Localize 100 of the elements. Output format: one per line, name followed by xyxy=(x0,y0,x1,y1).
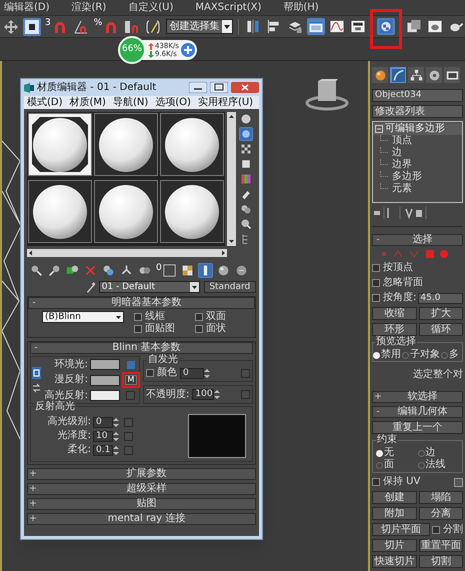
rollout-header[interactable]: - 选择 xyxy=(372,234,463,246)
spinner-field[interactable]: 100 xyxy=(192,389,214,400)
menu-item[interactable]: 选项(O) xyxy=(155,98,191,108)
panel-button[interactable]: 附加 xyxy=(372,507,416,520)
radio-button[interactable] xyxy=(402,352,409,358)
plus-icon[interactable] xyxy=(180,43,195,57)
panel-tab[interactable] xyxy=(390,67,406,83)
right-arrow-icon[interactable] xyxy=(219,249,227,257)
menu-item[interactable]: 模式(D) xyxy=(27,98,63,108)
material-tool-button[interactable]: 0 xyxy=(155,263,177,278)
material-tool-button[interactable] xyxy=(180,263,195,278)
checkbox[interactable] xyxy=(432,526,440,534)
material-name-dropdown[interactable]: 01 - Default xyxy=(98,281,200,293)
panel-button[interactable]: 重复上一个 xyxy=(372,421,463,434)
eyedropper-icon[interactable] xyxy=(85,281,95,293)
panel-button[interactable]: 扩大 xyxy=(418,307,463,320)
side-tool-button[interactable] xyxy=(239,112,253,126)
spinner-arrows-icon[interactable] xyxy=(204,368,210,378)
maximize-button[interactable] xyxy=(210,82,228,93)
spinner-arrows-icon[interactable] xyxy=(113,416,119,428)
modifier-list-dropdown[interactable]: 修改器列表 xyxy=(372,105,463,118)
spinner-field[interactable]: 10 xyxy=(93,430,113,442)
radio-button[interactable] xyxy=(418,450,424,456)
minimize-button[interactable] xyxy=(189,82,207,93)
material-tool-button[interactable] xyxy=(234,263,249,278)
sample-slot[interactable] xyxy=(28,113,92,176)
left-arrow-icon[interactable] xyxy=(27,249,35,257)
side-tool-button[interactable] xyxy=(239,142,253,156)
checkbox[interactable] xyxy=(134,313,142,321)
panel-button[interactable]: 切片 xyxy=(372,539,416,552)
menu-item[interactable]: 材质(M) xyxy=(70,98,106,108)
stack-subitem[interactable]: 边界 xyxy=(392,160,412,170)
map-button[interactable]: M xyxy=(125,375,137,385)
spinner-arrows-icon[interactable] xyxy=(214,389,220,400)
color-swatch[interactable] xyxy=(90,359,120,370)
menu-item[interactable]: 自定义(U) xyxy=(128,2,174,12)
radio-button[interactable] xyxy=(441,352,448,358)
side-tool-button[interactable] xyxy=(239,172,253,186)
material-type-button[interactable]: Standard xyxy=(204,281,256,293)
panel-button[interactable]: 切片平面 xyxy=(372,523,430,536)
toolbar-button[interactable] xyxy=(426,18,444,35)
panel-button[interactable]: 重置平面 xyxy=(418,539,463,552)
menu-item[interactable]: 实用程序(U) xyxy=(198,98,254,108)
panel-button[interactable]: 循环 xyxy=(418,323,463,336)
color-swatch[interactable] xyxy=(90,374,120,386)
lock-toggle-icon[interactable] xyxy=(127,360,135,368)
selection-set-dropdown[interactable]: 创建选择集 xyxy=(166,19,234,34)
material-tool-button[interactable] xyxy=(29,263,44,278)
toolbar-button[interactable] xyxy=(328,18,346,35)
panel-tab[interactable] xyxy=(372,67,388,83)
checkbox[interactable] xyxy=(195,325,203,333)
material-tool-button[interactable] xyxy=(216,263,231,278)
rollout-header[interactable]: - 编辑几何体 xyxy=(372,406,463,418)
toolbar-button[interactable] xyxy=(144,18,162,36)
sample-slot[interactable] xyxy=(94,180,158,243)
swap-icon[interactable] xyxy=(32,383,41,393)
sample-slot[interactable] xyxy=(160,180,224,243)
object-name-field[interactable]: Object034 xyxy=(372,89,463,102)
radio-button[interactable] xyxy=(418,462,424,468)
menu-item[interactable]: MAXScript(X) xyxy=(195,2,262,12)
toolbar-button[interactable] xyxy=(349,18,367,35)
menu-item[interactable]: 渲染(R) xyxy=(72,2,106,12)
panel-button[interactable]: 收缩 xyxy=(372,307,416,320)
rollout-header[interactable]: - Blinn 基本参数 xyxy=(30,342,253,354)
rollout-header[interactable]: + 超级采样 xyxy=(27,483,256,495)
view-cube-icon[interactable] xyxy=(305,79,349,111)
menu-item[interactable]: 编辑器(D) xyxy=(4,2,50,12)
spinner-arrows-icon[interactable] xyxy=(113,430,119,442)
menu-item[interactable]: 帮助(H) xyxy=(283,2,319,12)
checkbox[interactable] xyxy=(372,478,380,486)
color-swatch[interactable] xyxy=(90,390,120,401)
settings-box-icon[interactable] xyxy=(454,478,463,486)
checkbox[interactable] xyxy=(372,279,380,287)
radio-button[interactable] xyxy=(376,462,383,468)
shader-dropdown[interactable]: (B)Blinn xyxy=(42,311,124,323)
lock-icon[interactable] xyxy=(32,367,41,379)
material-tool-button[interactable] xyxy=(101,263,116,278)
panel-tab[interactable] xyxy=(408,67,424,83)
stack-subitem[interactable]: 边 xyxy=(392,148,402,158)
stack-subitem[interactable]: 顶点 xyxy=(392,136,412,146)
checkbox[interactable] xyxy=(195,313,203,321)
panel-button[interactable]: 塌陷 xyxy=(418,491,463,504)
menu-item[interactable]: 导航(N) xyxy=(112,98,148,108)
material-tool-button[interactable] xyxy=(198,263,213,278)
stack-subitem[interactable]: 多边形 xyxy=(392,172,422,182)
panel-button[interactable]: 快速切片 xyxy=(372,555,416,568)
toolbar-button[interactable]: % xyxy=(92,18,120,36)
side-tool-button[interactable] xyxy=(239,217,253,231)
material-tool-button[interactable] xyxy=(47,263,62,278)
scrollbar[interactable] xyxy=(27,249,227,257)
panel-button[interactable]: 创建 xyxy=(372,491,416,504)
rollout-header[interactable]: + 贴图 xyxy=(27,498,256,510)
panel-button[interactable]: 环形 xyxy=(372,323,416,336)
rollout-header[interactable]: - 明暗器基本参数 xyxy=(28,297,255,309)
scrollbar[interactable] xyxy=(227,112,236,246)
spinner-arrows-icon[interactable] xyxy=(113,444,119,456)
sample-slot[interactable] xyxy=(28,180,92,243)
panel-button[interactable]: 分离 xyxy=(418,507,463,520)
rollout-header[interactable]: + 扩展参数 xyxy=(27,468,256,480)
toolbar-button[interactable] xyxy=(23,18,41,36)
